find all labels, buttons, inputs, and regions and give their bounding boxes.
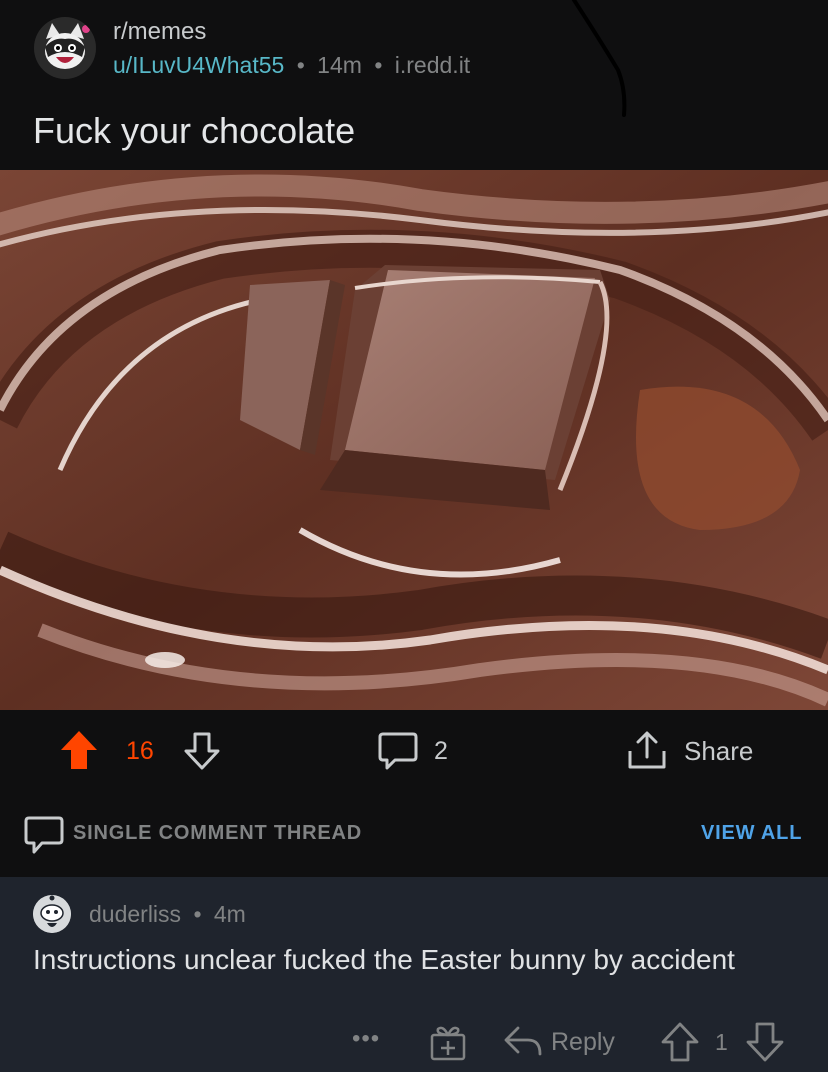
comment-age: 4m bbox=[213, 901, 246, 927]
subreddit-name[interactable]: r/memes bbox=[113, 18, 206, 46]
post-title[interactable]: Fuck your chocolate bbox=[33, 110, 355, 152]
downvote-icon[interactable] bbox=[183, 731, 221, 771]
cat-avatar-icon bbox=[34, 17, 96, 79]
post-score: 16 bbox=[126, 737, 154, 765]
comment-icon[interactable] bbox=[377, 731, 419, 771]
view-all-button[interactable]: VIEW ALL bbox=[701, 822, 802, 845]
post-author[interactable]: u/ILuvU4What55 bbox=[113, 52, 284, 78]
comment-author[interactable]: duderliss bbox=[89, 901, 181, 927]
meta-separator: • bbox=[296, 52, 305, 78]
subreddit-avatar[interactable] bbox=[34, 17, 96, 79]
snoo-avatar-icon bbox=[33, 895, 71, 933]
comment-avatar[interactable] bbox=[33, 895, 71, 933]
post-age: 14m bbox=[317, 52, 362, 78]
chocolate-image bbox=[0, 170, 828, 710]
share-icon[interactable] bbox=[626, 731, 668, 771]
comment-score: 1 bbox=[715, 1029, 728, 1055]
thread-comment-icon bbox=[24, 816, 64, 854]
post-domain[interactable]: i.redd.it bbox=[395, 52, 470, 78]
reply-icon[interactable] bbox=[502, 1024, 544, 1060]
comment-downvote-icon[interactable] bbox=[745, 1021, 785, 1063]
more-options-button[interactable]: ••• bbox=[352, 1025, 380, 1053]
reply-button[interactable]: Reply bbox=[551, 1028, 615, 1057]
post-image[interactable] bbox=[0, 170, 828, 710]
award-icon[interactable] bbox=[429, 1022, 467, 1062]
share-button[interactable]: Share bbox=[684, 736, 753, 767]
meta-separator: • bbox=[374, 52, 383, 78]
meta-separator: • bbox=[193, 901, 202, 927]
scribble-mark bbox=[572, 0, 627, 117]
comment-count[interactable]: 2 bbox=[434, 737, 448, 766]
comment-upvote-icon[interactable] bbox=[660, 1021, 700, 1063]
thread-label: SINGLE COMMENT THREAD bbox=[73, 822, 363, 844]
comment-meta: duderliss • 4m bbox=[89, 901, 246, 928]
upvote-icon[interactable] bbox=[60, 729, 98, 771]
post-meta: u/ILuvU4What55 • 14m • i.redd.it bbox=[113, 52, 470, 79]
comment-body: Instructions unclear fucked the Easter b… bbox=[33, 944, 735, 975]
